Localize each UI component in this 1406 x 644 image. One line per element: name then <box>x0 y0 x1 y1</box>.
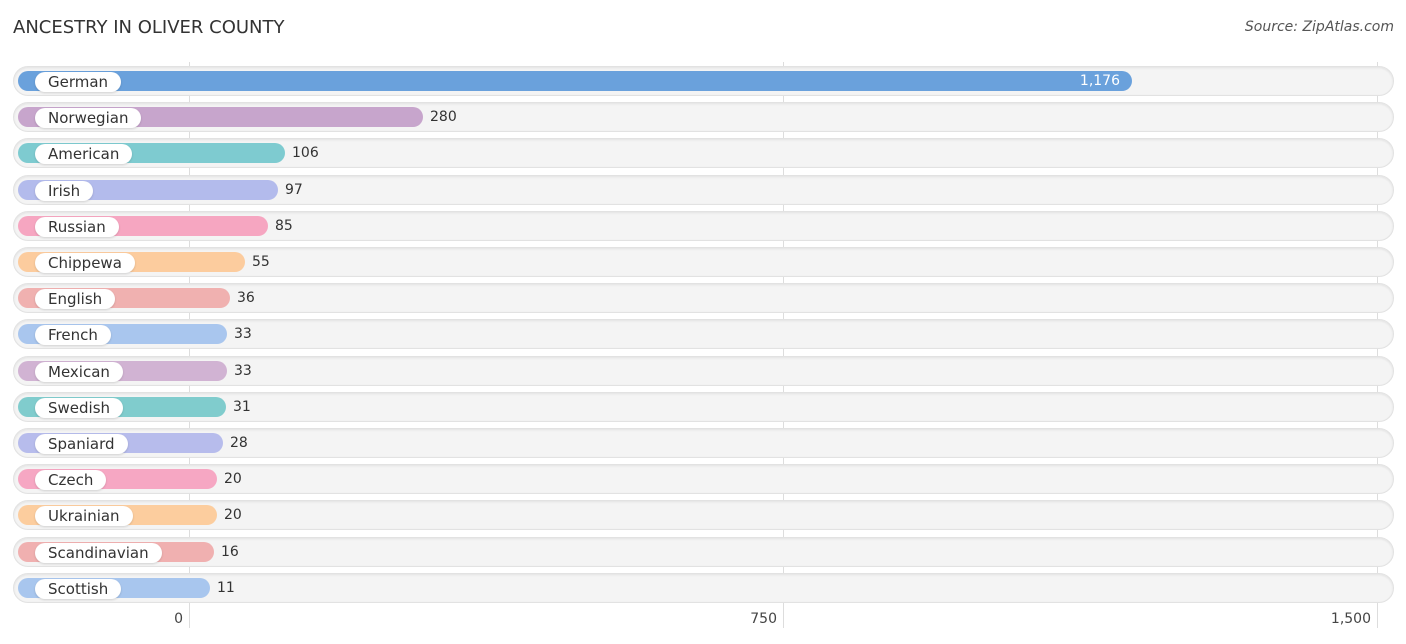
category-label: Ukrainian <box>35 506 133 526</box>
bar-row: Mexican 33 <box>13 356 1394 386</box>
value-label: 33 <box>234 363 252 379</box>
bar-row: French 33 <box>13 319 1394 349</box>
bar-row: Swedish 31 <box>13 392 1394 422</box>
bar-row: Ukrainian 20 <box>13 500 1394 530</box>
value-label: 36 <box>237 290 255 306</box>
bar-scandinavian[interactable]: Scandinavian <box>18 542 214 563</box>
bar-russian[interactable]: Russian <box>18 216 268 237</box>
bar-row: Chippewa 55 <box>13 247 1394 277</box>
category-label: Chippewa <box>35 253 135 273</box>
x-tick-label: 750 <box>750 611 777 627</box>
bar-irish[interactable]: Irish <box>18 180 278 201</box>
bar-czech[interactable]: Czech <box>18 469 217 490</box>
source-label: Source: ZipAtlas.com <box>1244 19 1394 35</box>
value-label: 31 <box>233 399 251 415</box>
value-label: 97 <box>285 182 303 198</box>
bar-german[interactable]: German <box>18 71 1132 92</box>
value-label: 106 <box>292 145 319 161</box>
bar-spaniard[interactable]: Spaniard <box>18 433 223 454</box>
category-label: German <box>35 72 122 92</box>
value-label: 28 <box>230 435 248 451</box>
bar-english[interactable]: English <box>18 288 230 309</box>
category-label: Scottish <box>35 579 122 599</box>
x-tick-label: 1,500 <box>1330 611 1371 627</box>
category-label: Irish <box>35 181 94 201</box>
bar-row: English 36 <box>13 283 1394 313</box>
bar-scottish[interactable]: Scottish <box>18 578 210 599</box>
value-label: 1,176 <box>1079 73 1120 89</box>
bar-american[interactable]: American <box>18 143 285 164</box>
value-label: 11 <box>217 580 235 596</box>
category-label: French <box>35 325 111 345</box>
value-label: 85 <box>275 218 293 234</box>
bar-norwegian[interactable]: Norwegian <box>18 107 423 128</box>
bar-ukrainian[interactable]: Ukrainian <box>18 505 217 526</box>
category-label: Mexican <box>35 362 123 382</box>
bar-chippewa[interactable]: Chippewa <box>18 252 245 273</box>
bar-row: Czech 20 <box>13 464 1394 494</box>
value-label: 16 <box>221 544 239 560</box>
bar-row: Russian 85 <box>13 211 1394 241</box>
chart: ANCESTRY IN OLIVER COUNTY Source: ZipAtl… <box>0 0 1406 644</box>
bar-row: German 1,176 <box>13 66 1394 96</box>
bar-row: American 106 <box>13 138 1394 168</box>
bar-french[interactable]: French <box>18 324 227 345</box>
x-tick-label: 0 <box>174 611 183 627</box>
category-label: Czech <box>35 470 107 490</box>
value-label: 280 <box>430 109 457 125</box>
bar-swedish[interactable]: Swedish <box>18 397 226 418</box>
category-label: English <box>35 289 116 309</box>
category-label: Norwegian <box>35 108 142 128</box>
value-label: 55 <box>252 254 270 270</box>
chart-title: ANCESTRY IN OLIVER COUNTY <box>13 17 285 38</box>
bar-mexican[interactable]: Mexican <box>18 361 227 382</box>
category-label: American <box>35 144 133 164</box>
bar-row: Scottish 11 <box>13 573 1394 603</box>
category-label: Spaniard <box>35 434 128 454</box>
bar-row: Scandinavian 16 <box>13 537 1394 567</box>
value-label: 20 <box>224 471 242 487</box>
bar-row: Spaniard 28 <box>13 428 1394 458</box>
bar-row: Irish 97 <box>13 175 1394 205</box>
category-label: Swedish <box>35 398 124 418</box>
value-label: 20 <box>224 507 242 523</box>
bar-row: Norwegian 280 <box>13 102 1394 132</box>
category-label: Scandinavian <box>35 543 162 563</box>
value-label: 33 <box>234 326 252 342</box>
category-label: Russian <box>35 217 119 237</box>
